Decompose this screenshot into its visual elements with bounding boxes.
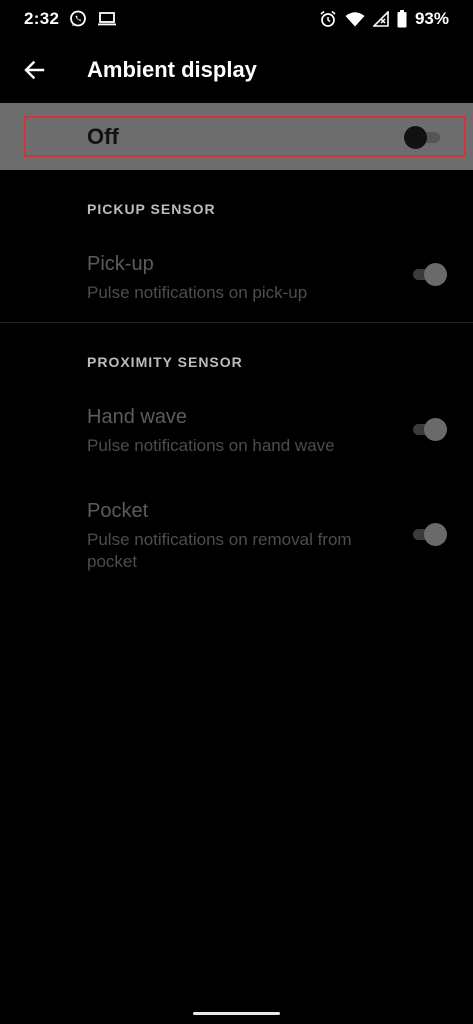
master-toggle[interactable] bbox=[404, 125, 444, 149]
battery-icon bbox=[397, 10, 407, 28]
hand-wave-toggle-thumb bbox=[424, 418, 447, 441]
setting-summary: Pulse notifications on pick-up bbox=[87, 283, 308, 302]
battery-percent: 93% bbox=[414, 9, 449, 28]
master-toggle-thumb bbox=[404, 125, 427, 149]
back-button[interactable] bbox=[12, 48, 56, 92]
master-switch-bar[interactable]: Off bbox=[24, 116, 466, 157]
master-switch-row: Off bbox=[0, 103, 473, 170]
wifi-icon bbox=[345, 11, 365, 27]
status-right: 93% bbox=[319, 9, 449, 29]
signal-icon bbox=[372, 11, 389, 27]
section-header-pickup-sensor: PICKUP SENSOR bbox=[87, 201, 216, 217]
section-divider bbox=[0, 322, 473, 323]
pick-up-toggle[interactable] bbox=[409, 262, 449, 286]
app-bar: Ambient display bbox=[0, 38, 473, 102]
setting-hand-wave[interactable]: Hand wave Pulse notifications on hand wa… bbox=[0, 398, 473, 478]
master-switch-label: Off bbox=[87, 123, 119, 149]
setting-summary: Pulse notifications on hand wave bbox=[87, 436, 335, 455]
laptop-icon bbox=[97, 11, 117, 27]
status-left: 2:32 bbox=[24, 9, 117, 29]
hand-wave-toggle[interactable] bbox=[409, 417, 449, 441]
pocket-toggle-thumb bbox=[424, 523, 447, 546]
page-title: Ambient display bbox=[87, 57, 257, 82]
alarm-icon bbox=[319, 10, 337, 28]
setting-title: Hand wave bbox=[87, 406, 188, 428]
setting-title: Pick-up bbox=[87, 253, 154, 275]
arrow-back-icon bbox=[23, 59, 45, 81]
setting-pick-up[interactable]: Pick-up Pulse notifications on pick-up bbox=[0, 245, 473, 322]
setting-title: Pocket bbox=[87, 500, 149, 522]
status-time: 2:32 bbox=[24, 9, 60, 28]
setting-summary: Pulse notifications on removal from pock… bbox=[87, 530, 352, 571]
setting-pocket[interactable]: Pocket Pulse notifications on removal fr… bbox=[0, 492, 473, 582]
pick-up-toggle-thumb bbox=[424, 263, 447, 286]
status-bar: 2:32 93% bbox=[0, 0, 473, 38]
section-header-proximity-sensor: PROXIMITY SENSOR bbox=[87, 354, 243, 370]
whatsapp-icon bbox=[69, 10, 87, 28]
pocket-toggle[interactable] bbox=[409, 522, 449, 546]
gesture-nav-handle[interactable] bbox=[193, 1012, 280, 1015]
